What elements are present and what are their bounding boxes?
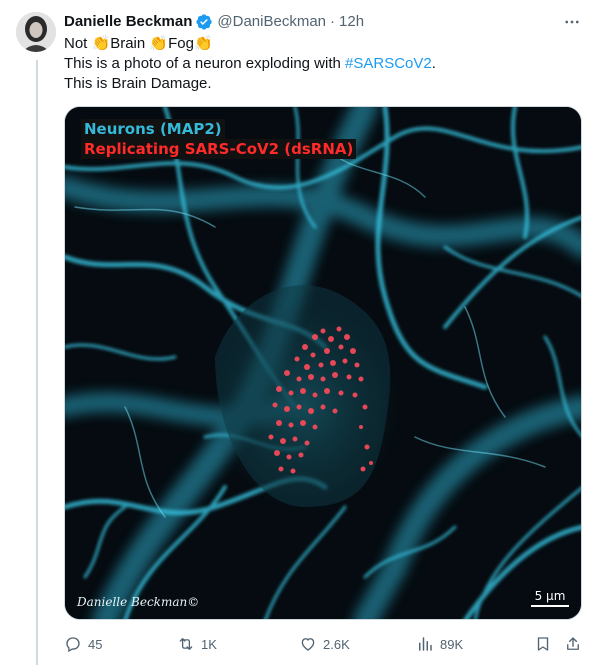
tweet-media-image[interactable]: Neurons (MAP2) Replicating SARS-CoV2 (ds… — [64, 106, 582, 620]
like-button[interactable]: 2.6K — [299, 635, 350, 653]
more-options-button[interactable] — [562, 12, 582, 32]
separator-dot: · — [330, 13, 336, 30]
retweet-icon — [179, 638, 193, 650]
author-handle[interactable]: @DaniBeckman — [217, 12, 326, 32]
avatar-image — [16, 12, 56, 52]
retweet-button[interactable]: 1K — [177, 635, 217, 653]
reply-button[interactable]: 45 — [64, 635, 102, 653]
tweet-header: Danielle Beckman @DaniBeckman · 12h — [64, 12, 582, 32]
bookmark-button[interactable] — [534, 635, 558, 653]
tweet-word-fog: Fog — [168, 35, 194, 52]
thread-line — [36, 60, 38, 665]
tweet-actions: 45 1K 2.6K 89K — [64, 632, 584, 656]
tweet-line-1: Not 👏Brain 👏Fog👏 — [64, 34, 584, 54]
scale-bar: 5 μm — [531, 589, 569, 607]
hashtag-link[interactable]: #SARSCoV2 — [345, 55, 432, 72]
more-icon — [565, 20, 579, 24]
neuron-micrograph — [65, 107, 581, 619]
reply-count: 45 — [88, 636, 103, 652]
legend-virus: Replicating SARS-CoV2 (dsRNA) — [81, 139, 357, 159]
like-count: 2.6K — [323, 636, 350, 652]
tweet-word-not: Not — [64, 35, 92, 52]
share-button[interactable] — [564, 635, 588, 653]
tweet-text: Not 👏Brain 👏Fog👏 This is a photo of a ne… — [64, 34, 584, 94]
bookmark-icon — [537, 637, 549, 651]
tweet-line-2-suffix: . — [431, 55, 436, 72]
heart-icon — [301, 638, 315, 651]
clapping-hands-icon: 👏 — [193, 35, 213, 52]
tweet-line-3: This is Brain Damage. — [64, 75, 212, 92]
scale-bar-label: 5 μm — [534, 589, 566, 603]
views-count: 89K — [440, 636, 464, 652]
views-button[interactable]: 89K — [416, 635, 463, 653]
reply-icon — [66, 637, 80, 653]
avatar[interactable] — [16, 12, 56, 52]
scale-bar-line — [531, 605, 569, 607]
tweet-line-2: This is a photo of a neuron exploding wi… — [64, 54, 584, 74]
clapping-hands-icon: 👏 — [149, 35, 169, 52]
legend-neurons: Neurons (MAP2) — [81, 119, 225, 139]
analytics-icon — [419, 637, 432, 651]
tweet-word-brain: Brain — [110, 35, 150, 52]
tweet-line-2-prefix: This is a photo of a neuron exploding wi… — [64, 55, 346, 72]
tweet-time[interactable]: 12h — [339, 12, 364, 32]
author-name[interactable]: Danielle Beckman — [64, 12, 192, 32]
clapping-hands-icon: 👏 — [91, 35, 111, 52]
share-icon — [567, 637, 579, 650]
image-signature: Danielle Beckman© — [77, 595, 200, 609]
retweet-count: 1K — [201, 636, 217, 652]
verified-badge-icon — [195, 13, 213, 31]
